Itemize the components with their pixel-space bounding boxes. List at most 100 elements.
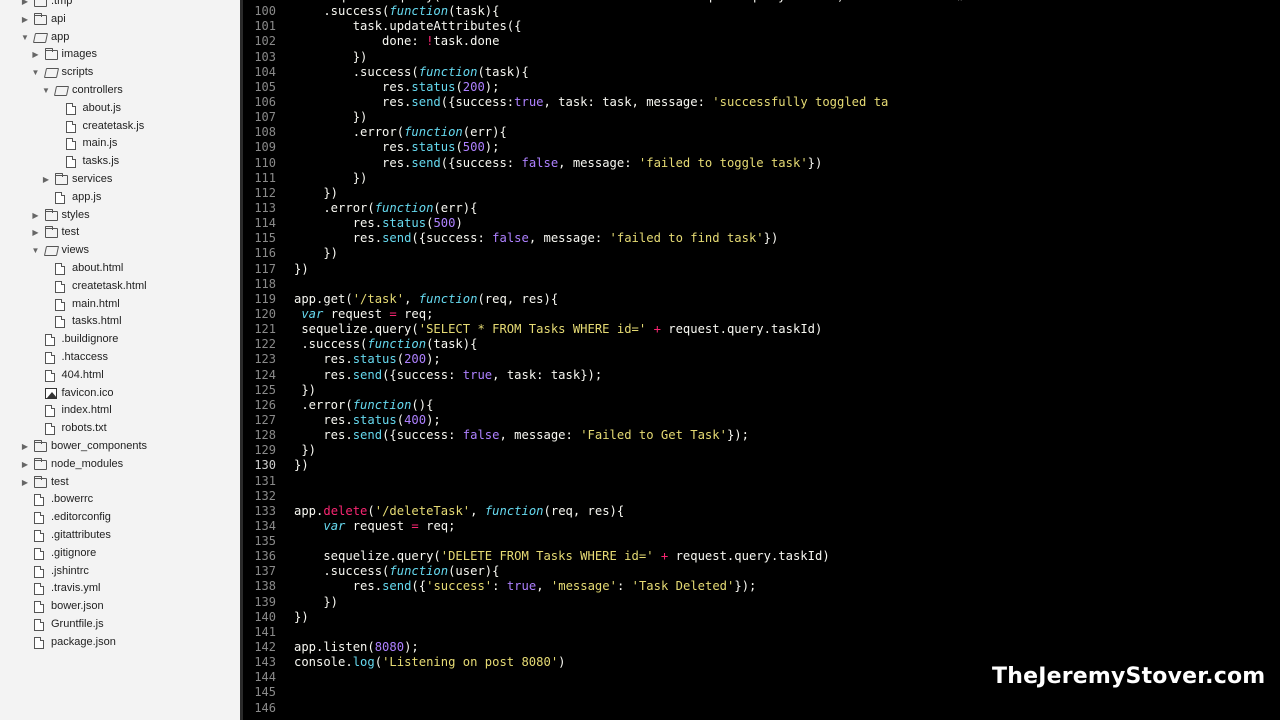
code-line[interactable]: 105 res.status(200); xyxy=(240,80,938,95)
tree-file[interactable]: tasks.html xyxy=(0,313,240,331)
code-line[interactable]: 103 }) xyxy=(240,50,938,65)
chevron-right-icon[interactable]: ▶ xyxy=(41,171,51,189)
tree-folder[interactable]: ▼ views xyxy=(0,242,240,260)
code-text[interactable]: app.get('/task', function(req, res){ xyxy=(294,292,558,307)
code-line[interactable]: 144 xyxy=(240,670,938,685)
code-line[interactable]: 110 res.send({success: false, message: '… xyxy=(240,156,938,171)
code-text[interactable]: }) xyxy=(294,50,368,65)
code-text[interactable]: done: !task.done xyxy=(294,34,499,49)
tree-file[interactable]: bower.json xyxy=(0,598,240,616)
chevron-down-icon[interactable]: ▼ xyxy=(31,242,41,260)
code-line[interactable]: 101 task.updateAttributes({ xyxy=(240,19,938,34)
code-text[interactable]: .success(function(task){ xyxy=(294,65,529,80)
code-text[interactable]: .error(function(err){ xyxy=(294,201,477,216)
tree-file[interactable]: main.html xyxy=(0,296,240,314)
chevron-right-icon[interactable]: ▶ xyxy=(20,11,30,29)
code-line[interactable]: 120 var request = req; xyxy=(240,307,938,322)
code-text[interactable]: }) xyxy=(294,458,309,473)
code-line[interactable]: 132 xyxy=(240,489,938,504)
chevron-right-icon[interactable]: ▶ xyxy=(31,207,41,225)
chevron-right-icon[interactable]: ▶ xyxy=(20,474,30,492)
code-line[interactable]: 119 app.get('/task', function(req, res){ xyxy=(240,292,938,307)
code-text[interactable]: .success(function(user){ xyxy=(294,564,499,579)
code-text[interactable]: }) xyxy=(294,443,316,458)
chevron-right-icon[interactable]: ▶ xyxy=(20,0,30,11)
code-editor[interactable]: 99 sequelize.query('SELECT * FROM Tasks … xyxy=(240,0,938,720)
tree-file[interactable]: .buildignore xyxy=(0,331,240,349)
code-line[interactable]: 130}) xyxy=(240,458,938,473)
tree-file[interactable]: .gitignore xyxy=(0,545,240,563)
code-text[interactable]: }) xyxy=(294,610,309,625)
code-lines[interactable]: 99 sequelize.query('SELECT * FROM Tasks … xyxy=(240,0,938,716)
code-text[interactable]: res.send({success: true, task: task}); xyxy=(294,368,602,383)
code-line[interactable]: 145 xyxy=(240,685,938,700)
code-text[interactable]: res.status(500) xyxy=(294,216,463,231)
chevron-down-icon[interactable]: ▼ xyxy=(20,29,30,47)
code-line[interactable]: 128 res.send({success: false, message: '… xyxy=(240,428,938,443)
code-text[interactable]: res.send({success: false, message: 'fail… xyxy=(294,231,779,246)
code-text[interactable]: res.status(400); xyxy=(294,413,440,428)
code-line[interactable]: 140}) xyxy=(240,610,938,625)
tree-file[interactable]: 404.html xyxy=(0,367,240,385)
chevron-right-icon[interactable]: ▶ xyxy=(31,224,41,242)
code-text[interactable]: res.send({'success': true, 'message': 'T… xyxy=(294,579,757,594)
tree-file[interactable]: .gitattributes xyxy=(0,527,240,545)
code-text[interactable]: }) xyxy=(294,595,338,610)
code-text[interactable]: res.status(500); xyxy=(294,140,499,155)
code-text[interactable]: res.status(200); xyxy=(294,352,440,367)
code-text[interactable]: res.send({success:true, task: task, mess… xyxy=(294,95,888,110)
chevron-down-icon[interactable]: ▼ xyxy=(31,64,41,82)
code-line[interactable]: 138 res.send({'success': true, 'message'… xyxy=(240,579,938,594)
code-line[interactable]: 137 .success(function(user){ xyxy=(240,564,938,579)
tree-file[interactable]: .bowerrc xyxy=(0,491,240,509)
code-line[interactable]: 118 xyxy=(240,277,938,292)
tree-file[interactable]: about.html xyxy=(0,260,240,278)
code-line[interactable]: 121 sequelize.query('SELECT * FROM Tasks… xyxy=(240,322,938,337)
code-text[interactable]: res.status(200); xyxy=(294,80,499,95)
chevron-right-icon[interactable]: ▶ xyxy=(20,438,30,456)
tree-folder[interactable]: ▶ .tmp xyxy=(0,0,240,11)
code-line[interactable]: 139 }) xyxy=(240,595,938,610)
code-text[interactable]: sequelize.query('SELECT * FROM Tasks WHE… xyxy=(294,322,822,337)
code-line[interactable]: 104 .success(function(task){ xyxy=(240,65,938,80)
tree-file[interactable]: .travis.yml xyxy=(0,580,240,598)
code-text[interactable]: }) xyxy=(294,262,309,277)
code-text[interactable]: app.listen(8080); xyxy=(294,640,419,655)
tree-file[interactable]: createtask.html xyxy=(0,278,240,296)
code-line[interactable]: 125 }) xyxy=(240,383,938,398)
tree-folder[interactable]: ▶ bower_components xyxy=(0,438,240,456)
code-line[interactable]: 114 res.status(500) xyxy=(240,216,938,231)
chevron-right-icon[interactable]: ▶ xyxy=(20,456,30,474)
tree-folder[interactable]: ▶ images xyxy=(0,46,240,64)
tree-file[interactable]: tasks.js xyxy=(0,153,240,171)
tree-folder[interactable]: ▶ test xyxy=(0,224,240,242)
code-text[interactable]: res.send({success: false, message: 'fail… xyxy=(294,156,822,171)
code-line[interactable]: 134 var request = req; xyxy=(240,519,938,534)
code-line[interactable]: 107 }) xyxy=(240,110,938,125)
code-text[interactable]: .success(function(task){ xyxy=(294,4,499,19)
code-text[interactable]: }) xyxy=(294,246,338,261)
code-line[interactable]: 117}) xyxy=(240,262,938,277)
chevron-right-icon[interactable]: ▶ xyxy=(31,46,41,64)
code-line[interactable]: 109 res.status(500); xyxy=(240,140,938,155)
code-text[interactable]: }) xyxy=(294,171,368,186)
code-line[interactable]: 127 res.status(400); xyxy=(240,413,938,428)
code-line[interactable]: 111 }) xyxy=(240,171,938,186)
tree-folder[interactable]: ▼ controllers xyxy=(0,82,240,100)
code-text[interactable]: console.log('Listening on post 8080') xyxy=(294,655,566,670)
code-line[interactable]: 116 }) xyxy=(240,246,938,261)
code-line[interactable]: 124 res.send({success: true, task: task}… xyxy=(240,368,938,383)
code-text[interactable]: }) xyxy=(294,383,316,398)
code-line[interactable]: 142 app.listen(8080); xyxy=(240,640,938,655)
code-text[interactable]: app.delete('/deleteTask', function(req, … xyxy=(294,504,624,519)
code-text[interactable]: var request = req; xyxy=(294,519,455,534)
tree-file[interactable]: package.json xyxy=(0,634,240,652)
tree-folder[interactable]: ▶ node_modules xyxy=(0,456,240,474)
code-text[interactable]: .error(function(err){ xyxy=(294,125,507,140)
code-line[interactable]: 126 .error(function(){ xyxy=(240,398,938,413)
code-line[interactable]: 133 app.delete('/deleteTask', function(re… xyxy=(240,504,938,519)
code-text[interactable]: sequelize.query('DELETE FROM Tasks WHERE… xyxy=(294,549,829,564)
code-text[interactable]: }) xyxy=(294,110,368,125)
code-text[interactable]: task.updateAttributes({ xyxy=(294,19,522,34)
code-line[interactable]: 102 done: !task.done xyxy=(240,34,938,49)
